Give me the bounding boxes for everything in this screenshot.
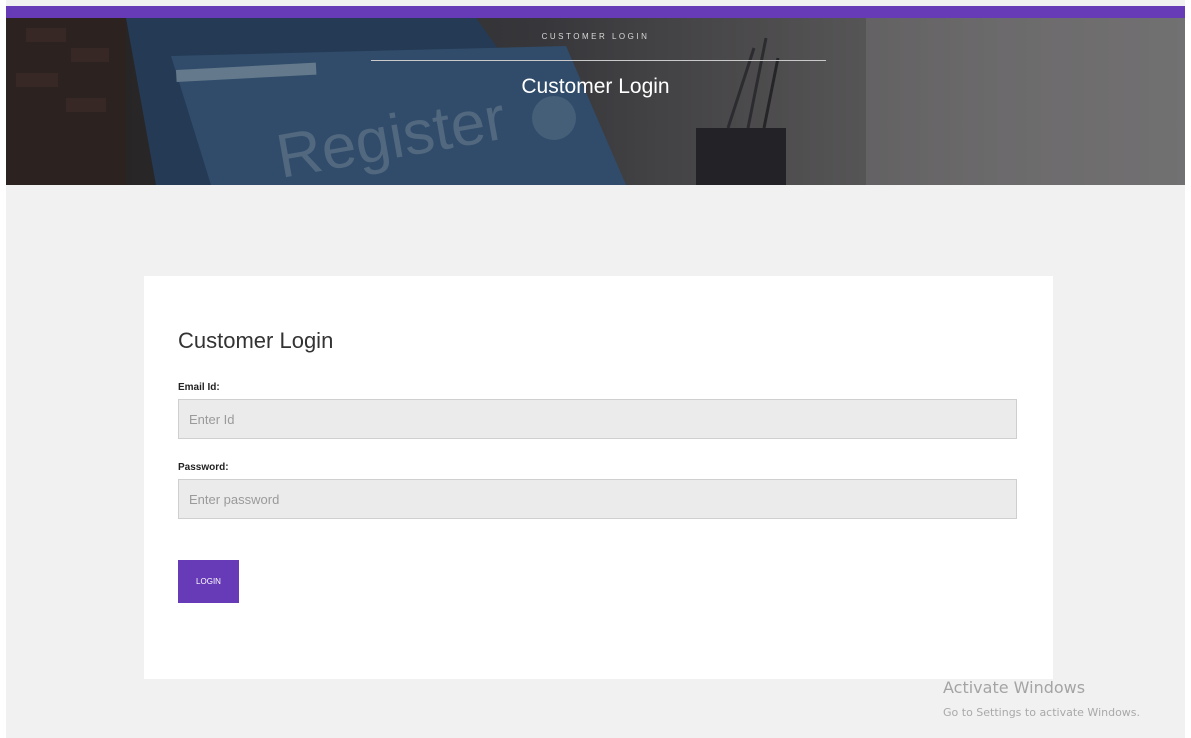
form-title: Customer Login (178, 328, 334, 353)
hero-title: Customer Login (521, 75, 670, 98)
password-input[interactable] (178, 479, 1017, 519)
login-button[interactable]: LOGIN (178, 560, 239, 603)
hero-divider (371, 60, 826, 61)
activate-windows-subtitle: Go to Settings to activate Windows. (943, 706, 1141, 719)
hero-overlay (6, 18, 1185, 185)
activate-windows-title: Activate Windows (943, 678, 1086, 697)
page: Register CUSTOMER LOGIN Customer Login C… (6, 0, 1185, 738)
top-accent-bar (6, 6, 1185, 18)
email-label: Email Id: (178, 382, 220, 393)
hero-breadcrumb: CUSTOMER LOGIN (541, 32, 650, 41)
email-input[interactable] (178, 399, 1017, 439)
login-card: Customer Login Email Id: Password: LOGIN (144, 276, 1053, 679)
hero-banner: Register CUSTOMER LOGIN Customer Login (6, 18, 1185, 185)
password-label: Password: (178, 462, 229, 473)
